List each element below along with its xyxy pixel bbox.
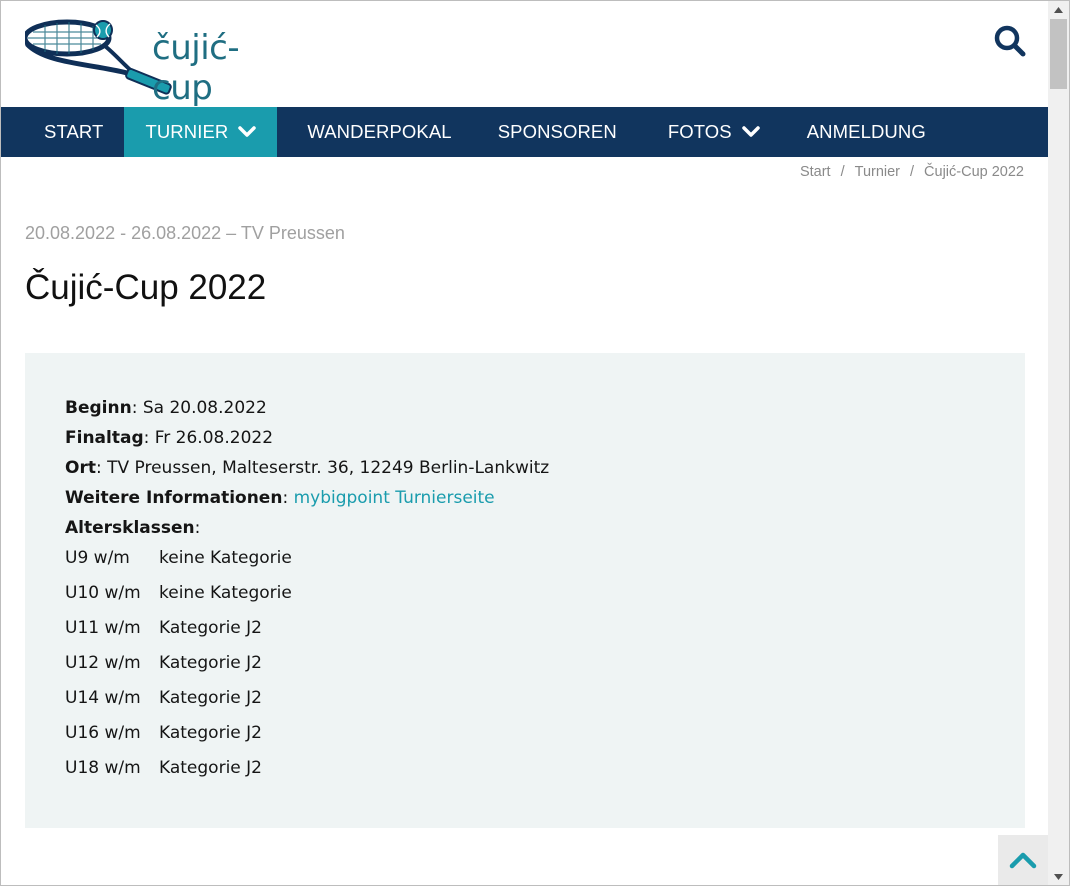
age-class-table: U9 w/m keine Kategorie U10 w/m keine Kat…: [65, 547, 549, 792]
mybigpoint-link[interactable]: mybigpoint Turnierseite: [294, 488, 495, 508]
event-info: Beginn: Sa 20.08.2022 Finaltag: Fr 26.08…: [65, 397, 549, 792]
age-class: U14 w/m: [65, 688, 141, 708]
table-row: U11 w/m Kategorie J2: [65, 617, 549, 652]
age-category: Kategorie J2: [159, 688, 262, 708]
info-separator: :: [194, 518, 201, 538]
table-row: U14 w/m Kategorie J2: [65, 687, 549, 722]
chevron-up-icon: [1009, 852, 1037, 869]
nav-item-label: ANMELDUNG: [806, 121, 926, 142]
info-label: Beginn: [65, 398, 132, 418]
breadcrumb-separator: /: [910, 164, 915, 180]
chevron-down-icon: [238, 126, 257, 137]
info-value: : Sa 20.08.2022: [131, 398, 267, 418]
scroll-down-arrow[interactable]: [1048, 868, 1069, 885]
main-navigation: START TURNIER WANDERPOKAL SPONSOREN FOTO…: [1, 107, 1048, 157]
nav-item-label: FOTOS: [667, 121, 732, 142]
age-category: keine Kategorie: [159, 548, 292, 568]
triangle-up-icon: [1054, 6, 1063, 13]
chevron-down-icon: [741, 126, 760, 137]
age-class: U10 w/m: [65, 583, 141, 603]
nav-item-anmeldung[interactable]: ANMELDUNG: [786, 107, 947, 157]
breadcrumb-current: Čujić-Cup 2022: [924, 164, 1024, 180]
info-row-altersklassen: Altersklassen:: [65, 517, 549, 547]
age-category: Kategorie J2: [159, 618, 262, 638]
scrollbar-thumb[interactable]: [1050, 19, 1067, 89]
info-value: : Fr 26.08.2022: [143, 428, 274, 448]
breadcrumb: Start / Turnier / Čujić-Cup 2022: [800, 164, 1024, 180]
breadcrumb-start[interactable]: Start: [800, 164, 831, 180]
age-class: U18 w/m: [65, 758, 141, 778]
info-label: Ort: [65, 458, 96, 478]
vertical-scrollbar[interactable]: [1048, 1, 1069, 885]
search-icon: [994, 25, 1026, 57]
age-category: Kategorie J2: [159, 653, 262, 673]
table-row: U16 w/m Kategorie J2: [65, 722, 549, 757]
nav-item-sponsoren[interactable]: SPONSOREN: [477, 107, 642, 157]
page-title: Čujić-Cup 2022: [25, 268, 267, 307]
search-button[interactable]: [993, 24, 1027, 58]
age-category: keine Kategorie: [159, 583, 292, 603]
nav-item-fotos[interactable]: FOTOS: [642, 107, 786, 157]
breadcrumb-turnier[interactable]: Turnier: [855, 164, 900, 180]
info-separator: :: [282, 488, 294, 508]
nav-item-wanderpokal[interactable]: WANDERPOKAL: [277, 107, 476, 157]
nav-item-label: WANDERPOKAL: [307, 121, 452, 142]
age-category: Kategorie J2: [159, 758, 262, 778]
age-category: Kategorie J2: [159, 723, 262, 743]
nav-item-turnier[interactable]: TURNIER: [124, 107, 278, 157]
triangle-down-icon: [1054, 873, 1063, 880]
nav-item-start[interactable]: START: [1, 107, 124, 157]
info-value: : TV Preussen, Malteserstr. 36, 12249 Be…: [95, 458, 550, 478]
nav-item-label: SPONSOREN: [497, 121, 617, 142]
event-meta: 20.08.2022 - 26.08.2022 – TV Preussen: [25, 223, 345, 243]
info-row-finaltag: Finaltag: Fr 26.08.2022: [65, 427, 549, 457]
table-row: U18 w/m Kategorie J2: [65, 757, 549, 792]
logo-text: čujić-cup: [152, 28, 240, 108]
scroll-up-arrow[interactable]: [1048, 1, 1069, 18]
table-row: U9 w/m keine Kategorie: [65, 547, 549, 582]
age-class: U11 w/m: [65, 618, 141, 638]
info-label: Altersklassen: [65, 518, 195, 538]
age-class: U9 w/m: [65, 548, 130, 568]
table-row: U10 w/m keine Kategorie: [65, 582, 549, 617]
nav-item-label: START: [44, 121, 104, 142]
site-logo[interactable]: čujić-cup: [22, 16, 285, 108]
info-row-ort: Ort: TV Preussen, Malteserstr. 36, 12249…: [65, 457, 549, 487]
breadcrumb-separator: /: [840, 164, 845, 180]
table-row: U12 w/m Kategorie J2: [65, 652, 549, 687]
info-row-weitere: Weitere Informationen: mybigpoint Turnie…: [65, 487, 549, 517]
back-to-top-button[interactable]: [998, 835, 1048, 885]
age-class: U12 w/m: [65, 653, 141, 673]
info-label: Finaltag: [65, 428, 144, 448]
age-class: U16 w/m: [65, 723, 141, 743]
info-row-beginn: Beginn: Sa 20.08.2022: [65, 397, 549, 427]
event-info-box: Beginn: Sa 20.08.2022 Finaltag: Fr 26.08…: [25, 353, 1025, 828]
nav-item-label: TURNIER: [145, 121, 229, 142]
info-label: Weitere Informationen: [65, 488, 283, 508]
